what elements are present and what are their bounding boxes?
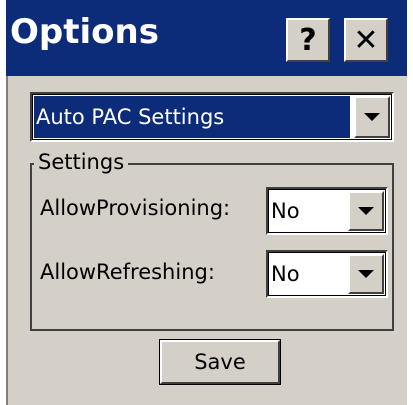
dropdown-selected-value: Auto PAC Settings <box>34 96 350 138</box>
allow-provisioning-value: No <box>271 199 300 223</box>
title-bar: Options ? ✕ <box>6 0 407 76</box>
allow-refreshing-arrow-button[interactable] <box>348 254 384 294</box>
settings-group-label: Settings <box>34 149 129 175</box>
allow-provisioning-label: AllowProvisioning: <box>40 196 231 220</box>
chevron-down-icon <box>358 270 374 278</box>
allow-refreshing-label: AllowRefreshing: <box>40 260 215 284</box>
options-dialog: Options ? ✕ Auto PAC Settings Settings A… <box>6 0 407 405</box>
chevron-down-icon <box>358 207 374 215</box>
settings-page-dropdown[interactable]: Auto PAC Settings <box>30 92 394 142</box>
allow-refreshing-value: No <box>271 262 300 286</box>
help-button[interactable]: ? <box>286 18 330 62</box>
chevron-down-icon <box>364 113 380 121</box>
save-button[interactable]: Save <box>159 339 281 385</box>
allow-provisioning-arrow-button[interactable] <box>348 191 384 231</box>
dropdown-arrow-button[interactable] <box>354 96 390 138</box>
close-button[interactable]: ✕ <box>344 18 388 62</box>
window-title: Options <box>10 12 159 52</box>
allow-refreshing-dropdown[interactable]: No <box>266 250 388 298</box>
allow-provisioning-dropdown[interactable]: No <box>266 187 388 235</box>
